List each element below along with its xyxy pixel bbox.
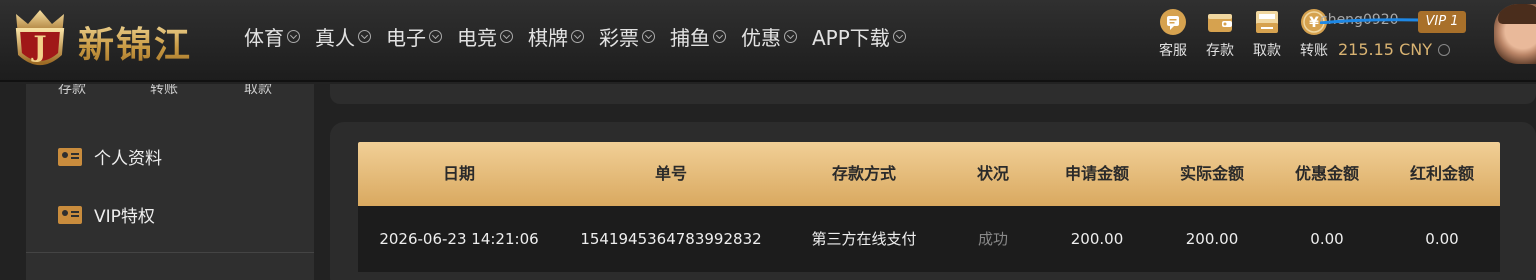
chevron-down-icon <box>713 29 726 43</box>
nav-label: 捕鱼 <box>670 25 710 50</box>
nav-label: APP下载 <box>812 25 890 50</box>
nav-label: 优惠 <box>741 25 781 50</box>
site-logo[interactable]: J 新锦江 <box>8 6 218 72</box>
account-sidebar: 存款 转账 取款 个人资料 VIP特权 <box>26 84 314 280</box>
chevron-down-icon <box>571 29 584 43</box>
nav-chess[interactable]: 棋牌 <box>528 22 584 50</box>
balance-value: 215.15 CNY <box>1338 40 1432 59</box>
avatar[interactable] <box>1494 4 1536 64</box>
cell-actual-amount: 200.00 <box>1185 230 1239 248</box>
cell-bonus-amount: 0.00 <box>1425 230 1459 248</box>
chat-icon <box>1160 9 1186 35</box>
nav-slots[interactable]: 电子 <box>386 22 442 50</box>
id-card-icon <box>58 205 82 224</box>
deposit-button[interactable]: 存款 <box>1197 8 1243 60</box>
table-row[interactable]: 2026-06-23 14:21:06 1541945364783992832 … <box>358 206 1500 272</box>
chevron-down-icon <box>429 29 442 43</box>
tool-label: 存款 <box>1206 43 1234 59</box>
nav-label: 体育 <box>244 25 284 50</box>
cell-status: 成功 <box>977 230 1008 248</box>
tool-label: 取款 <box>1253 43 1281 59</box>
withdraw-button[interactable]: 取款 <box>1244 8 1290 60</box>
column-header: 状况 <box>976 164 1009 183</box>
account-tools: 客服 存款 取款 ¥ 转账 <box>1150 8 1338 60</box>
column-header: 单号 <box>654 164 687 183</box>
quick-tab-deposit[interactable]: 存款 <box>58 84 86 98</box>
nav-label: 电竞 <box>457 25 497 50</box>
column-header: 红利金额 <box>1409 164 1474 183</box>
customer-service-button[interactable]: 客服 <box>1150 8 1196 60</box>
cell-deposit-method: 第三方在线支付 <box>811 230 917 248</box>
atm-icon <box>1256 11 1278 33</box>
top-header: J 新锦江 体育 真人 电子 电竞 棋牌 彩票 捕鱼 优惠 APP下载 客服 存… <box>0 0 1536 82</box>
balance-display[interactable]: 215.15 CNY <box>1338 40 1450 59</box>
cell-promo-amount: 0.00 <box>1310 230 1344 248</box>
chevron-down-icon <box>287 29 300 43</box>
nav-label: 真人 <box>315 25 355 50</box>
column-header: 申请金额 <box>1064 164 1129 183</box>
nav-lottery[interactable]: 彩票 <box>599 22 655 50</box>
svg-text:J: J <box>30 30 46 63</box>
brand-name: 新锦江 <box>78 16 192 68</box>
svg-text:¥: ¥ <box>1309 15 1319 31</box>
sidebar-item-profile[interactable]: 个人资料 <box>58 144 162 169</box>
sidebar-item-label: 个人资料 <box>94 149 162 169</box>
nav-app-download[interactable]: APP下载 <box>812 22 906 50</box>
sidebar-item-label: VIP特权 <box>94 207 155 227</box>
chevron-down-icon <box>500 29 513 43</box>
quick-tab-transfer[interactable]: 转账 <box>150 84 178 98</box>
chevron-down-icon <box>892 29 906 43</box>
column-header: 存款方式 <box>831 164 896 183</box>
column-header: 日期 <box>442 164 475 183</box>
redaction-stroke <box>1320 18 1420 24</box>
chevron-down-icon <box>642 29 655 43</box>
nav-label: 电子 <box>386 25 426 50</box>
nav-label: 彩票 <box>599 25 639 50</box>
nav-label: 棋牌 <box>528 25 568 50</box>
filter-panel <box>330 84 1536 104</box>
chevron-down-icon <box>784 29 797 43</box>
deposit-records-table: 日期 单号 存款方式 状况 申请金额 实际金额 优惠金额 红利金额 2026-0… <box>358 142 1500 272</box>
wallet-icon <box>1208 14 1232 32</box>
nav-fishing[interactable]: 捕鱼 <box>670 22 726 50</box>
nav-sports[interactable]: 体育 <box>244 22 300 50</box>
vip-badge[interactable]: VIP 1 <box>1418 11 1466 33</box>
chevron-down-icon <box>1437 44 1450 56</box>
column-header: 优惠金额 <box>1294 164 1359 183</box>
table-header: 日期 单号 存款方式 状况 申请金额 实际金额 优惠金额 红利金额 <box>358 142 1500 206</box>
sidebar-divider <box>26 252 314 253</box>
tool-label: 客服 <box>1159 43 1187 59</box>
id-card-icon <box>58 147 82 166</box>
chevron-down-icon <box>358 29 371 43</box>
logo-badge-icon: J <box>15 10 65 65</box>
sidebar-quick-tabs: 存款 转账 取款 <box>26 84 314 98</box>
quick-tab-withdraw[interactable]: 取款 <box>244 84 272 98</box>
nav-promotions[interactable]: 优惠 <box>741 22 797 50</box>
main-nav: 体育 真人 电子 电竞 棋牌 彩票 捕鱼 优惠 APP下载 <box>244 22 921 50</box>
column-header: 实际金额 <box>1179 164 1244 183</box>
cell-order-number: 1541945364783992832 <box>580 230 762 248</box>
cell-requested-amount: 200.00 <box>1070 230 1124 248</box>
nav-esports[interactable]: 电竞 <box>457 22 513 50</box>
cell-date: 2026-06-23 14:21:06 <box>379 230 539 248</box>
sidebar-item-vip[interactable]: VIP特权 <box>58 202 155 227</box>
nav-live[interactable]: 真人 <box>315 22 371 50</box>
tool-label: 转账 <box>1300 43 1328 59</box>
